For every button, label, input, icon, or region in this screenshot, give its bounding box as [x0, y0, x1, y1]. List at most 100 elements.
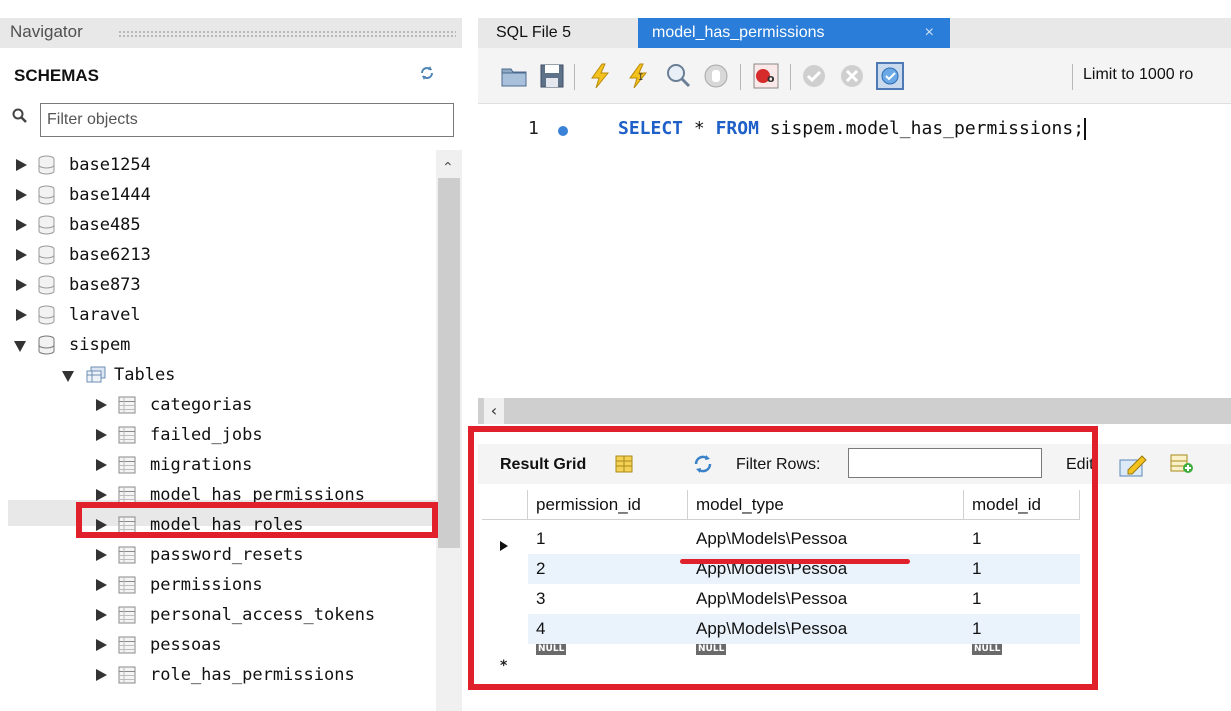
sql-star: *: [693, 118, 705, 139]
schema-item[interactable]: base6213: [14, 240, 151, 270]
toggle-autocommit-icon[interactable]: [876, 62, 904, 90]
tables-folder-label: Tables: [114, 365, 176, 385]
rollback-x-icon[interactable]: [838, 62, 866, 90]
open-folder-icon[interactable]: [500, 62, 528, 90]
sql-toolbar: I o Limit to 1000 ro: [478, 48, 1231, 104]
table-item[interactable]: role_has_permissions: [94, 660, 355, 690]
close-icon[interactable]: ×: [925, 18, 934, 48]
table-icon: [118, 636, 136, 654]
toolbar-separator: [740, 64, 741, 90]
tab-label: SQL File 5: [496, 24, 571, 41]
tab-model-has-permissions[interactable]: model_has_permissions ×: [638, 18, 950, 48]
edit-pencil-icon[interactable]: [1118, 450, 1148, 478]
execute-current-statement-icon[interactable]: I: [624, 62, 652, 90]
sql-keyword: FROM: [715, 118, 759, 139]
limit-rows-select[interactable]: Limit to 1000 ro: [1083, 66, 1193, 84]
editor-horizontal-scrollbar[interactable]: ‹: [478, 398, 1231, 424]
collapse-arrow-icon[interactable]: [14, 338, 28, 352]
tab-sql-file-5[interactable]: SQL File 5: [482, 18, 585, 48]
table-item[interactable]: pessoas: [94, 630, 222, 660]
table-name: personal_access_tokens: [150, 605, 376, 625]
table-name: password_resets: [150, 545, 304, 565]
database-icon: [38, 155, 55, 175]
schema-name: base1254: [69, 155, 151, 175]
explain-magnifier-icon[interactable]: [664, 62, 692, 90]
expand-arrow-icon[interactable]: [94, 668, 108, 682]
table-item[interactable]: personal_access_tokens: [94, 600, 375, 630]
navigator-drag-handle[interactable]: [118, 30, 456, 39]
table-icon: [118, 396, 136, 414]
toggle-error-stop-icon[interactable]: o: [752, 62, 780, 90]
table-item[interactable]: password_resets: [94, 540, 304, 570]
table-item[interactable]: failed_jobs: [94, 420, 263, 450]
schema-item[interactable]: base485: [14, 210, 141, 240]
commit-check-icon[interactable]: [800, 62, 828, 90]
stop-hand-icon[interactable]: [702, 62, 730, 90]
toolbar-separator: [1072, 64, 1073, 90]
expand-arrow-icon[interactable]: [14, 158, 28, 172]
add-row-icon[interactable]: [1170, 452, 1194, 474]
database-icon: [38, 185, 55, 205]
tab-label: model_has_permissions: [652, 24, 825, 41]
expand-arrow-icon[interactable]: [14, 248, 28, 262]
toolbar-separator: [790, 64, 791, 90]
expand-arrow-icon[interactable]: [94, 638, 108, 652]
schema-item[interactable]: base1444: [14, 180, 151, 210]
expand-arrow-icon[interactable]: [14, 188, 28, 202]
schema-tree: base1254 base1444 base485 base6213 base8…: [0, 150, 436, 711]
scroll-left-icon[interactable]: ‹: [484, 398, 504, 424]
expand-arrow-icon[interactable]: [14, 218, 28, 232]
table-name: pessoas: [150, 635, 222, 655]
filter-objects-input[interactable]: [40, 103, 454, 137]
schema-name: base6213: [69, 245, 151, 265]
annotation-underline: [680, 559, 910, 564]
expand-arrow-icon[interactable]: [94, 398, 108, 412]
sql-editor[interactable]: 1 SELECT * FROM sispem.model_has_permiss…: [478, 104, 1231, 398]
annotation-highlight-box: [76, 502, 438, 538]
sql-keyword: SELECT: [618, 118, 684, 139]
database-icon: [38, 215, 55, 235]
expand-arrow-icon[interactable]: [14, 278, 28, 292]
line-number: 1: [528, 118, 539, 139]
navigator-header: Navigator: [0, 18, 462, 48]
expand-arrow-icon[interactable]: [94, 548, 108, 562]
table-item[interactable]: categorias: [94, 390, 252, 420]
schemas-label: SCHEMAS: [14, 66, 100, 85]
save-icon[interactable]: [538, 62, 566, 90]
tree-scrollbar[interactable]: ⌃: [436, 150, 462, 711]
schema-name: base485: [69, 215, 141, 235]
table-icon: [118, 576, 136, 594]
navigator-panel: Navigator SCHEMAS base1254 base1444: [0, 0, 466, 711]
expand-arrow-icon[interactable]: [94, 458, 108, 472]
table-name: permissions: [150, 575, 263, 595]
table-item[interactable]: permissions: [94, 570, 263, 600]
execute-lightning-icon[interactable]: [586, 62, 614, 90]
table-icon: [118, 456, 136, 474]
schema-item[interactable]: laravel: [14, 300, 141, 330]
expand-arrow-icon[interactable]: [94, 488, 108, 502]
expand-arrow-icon[interactable]: [94, 608, 108, 622]
collapse-arrow-icon[interactable]: [62, 368, 76, 382]
schema-name: sispem: [69, 335, 131, 355]
navigator-title: Navigator: [10, 22, 83, 41]
table-item[interactable]: migrations: [94, 450, 252, 480]
tables-folder[interactable]: Tables: [62, 360, 175, 390]
schema-item-expanded[interactable]: sispem: [14, 330, 130, 360]
schema-name: base1444: [69, 185, 151, 205]
scrollbar-thumb[interactable]: [438, 178, 460, 548]
expand-arrow-icon[interactable]: [14, 308, 28, 322]
scroll-up-icon[interactable]: ⌃: [442, 160, 454, 176]
schema-item[interactable]: base873: [14, 270, 141, 300]
refresh-schemas-icon[interactable]: [418, 64, 436, 82]
database-icon: [38, 305, 55, 325]
table-name: failed_jobs: [150, 425, 263, 445]
expand-arrow-icon[interactable]: [94, 578, 108, 592]
database-icon: [38, 335, 55, 355]
sql-statement[interactable]: SELECT * FROM sispem.model_has_permissio…: [618, 118, 1087, 140]
schema-item[interactable]: base1254: [14, 150, 151, 180]
table-icon: [118, 426, 136, 444]
table-icon: [118, 606, 136, 624]
tables-folder-icon: [86, 366, 106, 383]
toolbar-separator: [574, 64, 575, 90]
expand-arrow-icon[interactable]: [94, 428, 108, 442]
